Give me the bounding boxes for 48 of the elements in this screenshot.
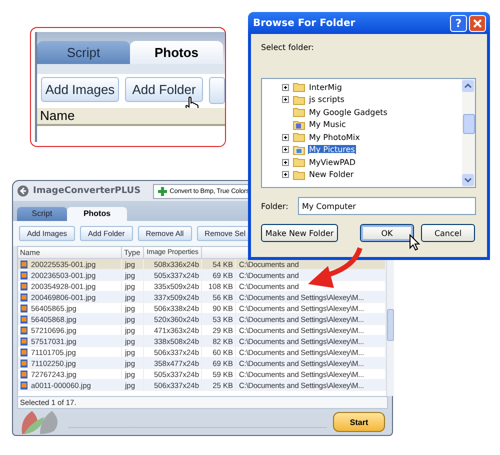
- pictures-folder-icon: [293, 144, 305, 155]
- tab[interactable]: Script: [17, 206, 67, 221]
- tree-item[interactable]: My Music: [308, 120, 347, 130]
- folder-icon: [293, 107, 305, 118]
- scrollbar[interactable]: [386, 259, 394, 396]
- expand-icon[interactable]: [282, 171, 289, 178]
- scroll-up-icon[interactable]: [462, 80, 474, 92]
- folder-field[interactable]: My Computer: [298, 197, 476, 215]
- tab[interactable]: Photos: [67, 206, 127, 221]
- expand-icon[interactable]: [282, 84, 289, 91]
- folder-icon: [293, 94, 305, 105]
- expand-icon[interactable]: [282, 134, 289, 141]
- expand-icon[interactable]: [282, 96, 289, 104]
- column-header[interactable]: Name: [37, 108, 225, 126]
- dialog-button[interactable]: OK: [360, 224, 414, 242]
- app-title: ImageConverterPLUS: [33, 186, 141, 196]
- tree-item[interactable]: InterMig: [308, 82, 343, 92]
- dialog-title: Browse For Folder: [253, 18, 356, 28]
- start-button[interactable]: Start: [333, 412, 385, 432]
- dialog-button[interactable]: Make New Folder: [261, 224, 338, 242]
- plus-icon: [158, 186, 167, 196]
- help-button[interactable]: ?: [450, 14, 467, 32]
- folder-label: Folder:: [261, 202, 288, 210]
- dialog-button[interactable]: Cancel: [421, 224, 475, 242]
- scrollbar[interactable]: [462, 79, 475, 187]
- tree-item[interactable]: js scripts: [308, 95, 346, 104]
- expand-icon[interactable]: [282, 158, 289, 166]
- expand-icon[interactable]: [282, 146, 289, 154]
- back-arrow-icon[interactable]: [17, 185, 29, 198]
- tree-item[interactable]: MyViewPAD: [308, 158, 357, 167]
- close-icon: [473, 18, 482, 28]
- folder-icon: [293, 82, 305, 92]
- music-folder-icon: [293, 120, 305, 130]
- close-button[interactable]: [469, 14, 486, 32]
- toolbar-button[interactable]: Add Images: [41, 77, 119, 102]
- folder-icon: [293, 132, 305, 142]
- tree-item[interactable]: My Google Gadgets: [308, 108, 388, 117]
- scrollbar-thumb[interactable]: [462, 114, 474, 134]
- scrollbar-thumb[interactable]: [387, 309, 394, 341]
- tree-item[interactable]: My PhotoMix: [308, 132, 361, 142]
- toolbar-button[interactable]: Add Folder: [125, 77, 203, 102]
- prompt-label: Select folder:: [261, 43, 315, 54]
- tab[interactable]: Photos: [130, 41, 223, 64]
- folder-icon: [293, 157, 305, 168]
- scroll-down-icon[interactable]: [462, 174, 474, 186]
- tree-item[interactable]: My Pictures: [308, 145, 356, 154]
- tab[interactable]: Script: [37, 41, 130, 64]
- tree-item[interactable]: New Folder: [308, 170, 355, 180]
